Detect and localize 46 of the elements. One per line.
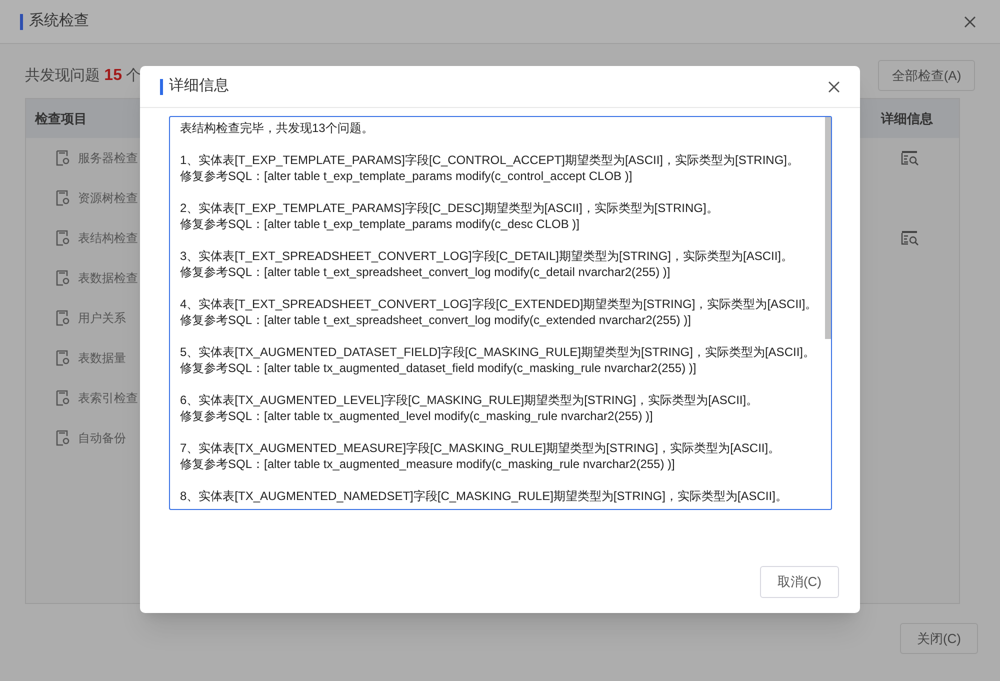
- check-item-label: 表数据检查: [78, 270, 138, 287]
- sql-line: 修复参考SQL：[alter table t_exp_template_params modify(c_control_accept CLOB )]: [180, 168, 634, 184]
- issue-line: 1、实体表[T_EXP_TEMPLATE_PARAMS]字段[C_CONTROL_ACCEPT]期望类型为[ASCII]，实际类型为[STRING]。: [180, 152, 800, 168]
- check-all-button[interactable]: 全部检查(A): [878, 60, 975, 91]
- check-item-label: 自动备份: [78, 430, 126, 447]
- scrollbar-thumb[interactable]: [825, 117, 831, 339]
- check-item-label: 表索引检查: [78, 390, 138, 407]
- check-item-label: 资源树检查: [78, 190, 138, 207]
- column-header: 检查项目: [35, 110, 87, 128]
- search-document-icon[interactable]: [901, 150, 919, 166]
- sql-line: 修复参考SQL：[alter table t_exp_template_params modify(c_desc CLOB )]: [180, 216, 580, 232]
- document-gear-icon: [56, 270, 70, 286]
- close-icon[interactable]: [964, 16, 976, 28]
- close-icon[interactable]: [828, 80, 840, 92]
- details-text-area[interactable]: [169, 116, 832, 510]
- document-gear-icon: [56, 230, 70, 246]
- document-gear-icon: [56, 310, 70, 326]
- issue-line: 6、实体表[TX_AUGMENTED_LEVEL]字段[C_MASKING_RULE]期望类型为[STRING]，实际类型为[ASCII]。: [180, 392, 760, 408]
- issue-line: 8、实体表[TX_AUGMENTED_NAMEDSET]字段[C_MASKING_RULE]期望类型为[STRING]，实际类型为[ASCII]。: [180, 488, 788, 504]
- column-header: 详细信息: [881, 110, 933, 128]
- cancel-button[interactable]: 取消(C): [760, 566, 839, 598]
- close-button[interactable]: 关闭(C): [900, 623, 978, 654]
- sql-line: 修复参考SQL：[alter table t_ext_spreadsheet_convert_log modify(c_detail nvarchar2(255) )]: [180, 264, 672, 280]
- sql-line: 修复参考SQL：[alter table t_ext_spreadsheet_convert_log modify(c_extended nvarchar2(255) )]: [180, 312, 692, 328]
- issue-count-text: 共发现问题 15 个: [25, 66, 142, 86]
- sql-line: 修复参考SQL：[alter table tx_augmented_dataset_field modify(c_masking_rule nvarchar2(255) )]: [180, 360, 698, 376]
- document-gear-icon: [56, 390, 70, 406]
- check-item-label: 表结构检查: [78, 230, 138, 247]
- search-document-icon[interactable]: [901, 230, 919, 246]
- check-item-label: 表数据量: [78, 350, 126, 367]
- check-item-label: 用户关系: [78, 310, 126, 327]
- issue-line: 7、实体表[TX_AUGMENTED_MEASURE]字段[C_MASKING_RULE]期望类型为[STRING]，实际类型为[ASCII]。: [180, 440, 782, 456]
- sql-line: 修复参考SQL：[alter table tx_augmented_level modify(c_masking_rule nvarchar2(255) )]: [180, 408, 654, 424]
- document-gear-icon: [56, 430, 70, 446]
- issue-line: 5、实体表[TX_AUGMENTED_DATASET_FIELD]字段[C_MASKING_RULE]期望类型为[STRING]，实际类型为[ASCII]。: [180, 344, 816, 360]
- dialog-title: 详细信息: [169, 76, 229, 96]
- window-title: 系统检查: [29, 11, 89, 32]
- issue-line: 3、实体表[T_EXT_SPREADSHEET_CONVERT_LOG]字段[C_DETAIL]期望类型为[STRING]，实际类型为[ASCII]。: [180, 248, 794, 264]
- document-gear-icon: [56, 190, 70, 206]
- document-gear-icon: [56, 150, 70, 166]
- issue-line: 2、实体表[T_EXP_TEMPLATE_PARAMS]字段[C_DESC]期望类型为[ASCII]，实际类型为[STRING]。: [180, 200, 720, 216]
- sql-line: 修复参考SQL：[alter table tx_augmented_measure modify(c_masking_rule nvarchar2(255) )]: [180, 456, 676, 472]
- summary-line: 表结构检查完毕，共发现13个问题。: [180, 120, 374, 136]
- check-item-label: 服务器检查: [78, 150, 138, 167]
- document-gear-icon: [56, 350, 70, 366]
- issue-line: 4、实体表[T_EXT_SPREADSHEET_CONVERT_LOG]字段[C_EXTENDED]期望类型为[STRING]，实际类型为[ASCII]。: [180, 296, 817, 312]
